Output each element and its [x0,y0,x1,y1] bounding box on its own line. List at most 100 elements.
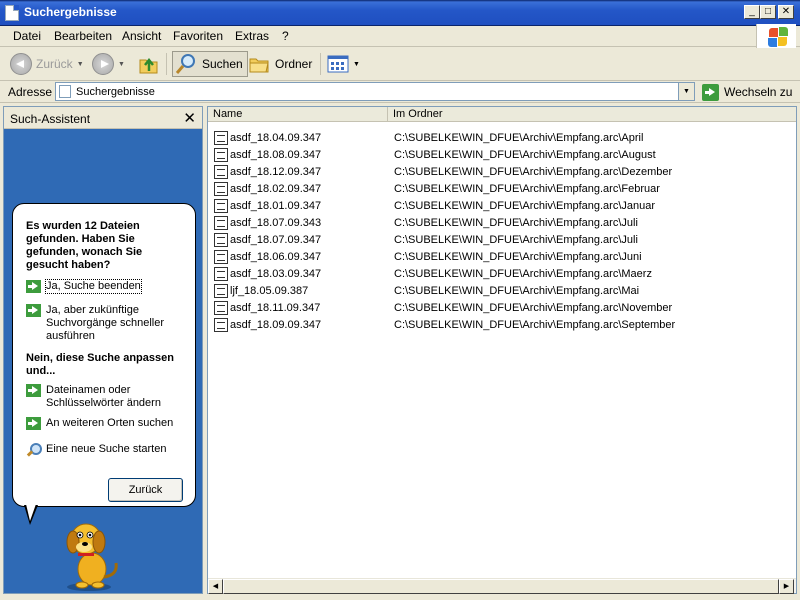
assistant-back-button[interactable]: Zurück [108,478,183,502]
maximize-button[interactable]: □ [760,5,776,19]
address-label: Adresse [8,85,53,99]
search-icon [175,54,195,74]
menu-datei[interactable]: Datei [13,29,41,43]
menu-ansicht[interactable]: Ansicht [122,29,161,43]
close-pane-icon[interactable]: ✕ [183,109,196,127]
table-row[interactable]: asdf_18.11.09.347 C:\SUBELKE\WIN_DFUE\Arc… [208,299,796,316]
search-button[interactable]: Suchen [172,51,248,77]
toolbar-separator [320,53,321,75]
table-row[interactable]: asdf_18.07.09.347 C:\SUBELKE\WIN_DFUE\Arc… [208,231,796,248]
file-icon [214,131,228,145]
menu-extras[interactable]: Extras [235,29,269,43]
views-button[interactable]: ▼ [327,51,360,77]
option-finish-search[interactable]: Ja, Suche beenden [26,279,142,294]
go-arrow-icon [702,83,719,101]
file-icon [214,216,228,230]
file-icon [214,250,228,264]
folders-button[interactable]: Ordner [248,51,312,77]
folder-up-icon [139,57,158,74]
file-icon [214,301,228,315]
option-new-search[interactable]: Eine neue Suche starten [26,443,166,457]
green-arrow-icon [26,304,41,317]
scroll-left-button[interactable]: ◀ [208,579,223,594]
file-icon [214,182,228,196]
table-row[interactable]: ljf_18.05.09.387 C:\SUBELKE\WIN_DFUE\Arch… [208,282,796,299]
chevron-down-icon[interactable]: ▼ [118,61,125,68]
table-row[interactable]: asdf_18.07.09.343 C:\SUBELKE\WIN_DFUE\Arc… [208,214,796,231]
green-arrow-icon [26,384,41,397]
minimize-button[interactable]: _ [744,5,760,19]
green-arrow-icon [26,417,41,430]
search-assistant-header: Such-Assistent ✕ [4,107,202,129]
table-row[interactable]: asdf_18.03.09.347 C:\SUBELKE\WIN_DFUE\Arc… [208,265,796,282]
close-button[interactable]: ✕ [778,5,794,19]
windows-logo-icon [756,24,796,48]
file-name: asdf_18.09.09.347 [230,319,322,331]
file-name: asdf_18.12.09.347 [230,166,322,178]
menu-bearbeiten[interactable]: Bearbeiten [54,29,112,43]
views-icon [327,55,349,73]
menu-help[interactable]: ? [282,29,289,43]
column-folder[interactable]: Im Ordner [388,107,588,122]
forward-button[interactable]: ▼ [92,51,125,77]
adjust-heading: Nein, diese Suche anpassen und... [26,352,174,377]
file-folder: C:\SUBELKE\WIN_DFUE\Archiv\Empfang.arc\A… [394,149,656,161]
file-name: asdf_18.07.09.347 [230,234,322,246]
window-title: Suchergebnisse [24,5,117,19]
file-folder: C:\SUBELKE\WIN_DFUE\Archiv\Empfang.arc\J… [394,234,638,246]
scroll-right-button[interactable]: ▶ [779,579,794,594]
file-folder: C:\SUBELKE\WIN_DFUE\Archiv\Empfang.arc\A… [394,132,644,144]
menu-favoriten[interactable]: Favoriten [173,29,223,43]
file-name: asdf_18.08.09.347 [230,149,322,161]
up-folder-button[interactable] [138,51,160,77]
table-row[interactable]: asdf_18.01.09.347 C:\SUBELKE\WIN_DFUE\Arc… [208,197,796,214]
chevron-down-icon[interactable]: ▼ [77,61,84,68]
table-row[interactable]: asdf_18.09.09.347 C:\SUBELKE\WIN_DFUE\Arc… [208,316,796,333]
result-question: Es wurden 12 Dateien gefunden. Haben Sie… [26,220,143,271]
file-folder: C:\SUBELKE\WIN_DFUE\Archiv\Empfang.arc\N… [394,302,673,314]
file-folder: C:\SUBELKE\WIN_DFUE\Archiv\Empfang.arc\S… [394,319,676,331]
file-icon [214,267,228,281]
go-button[interactable]: Wechseln zu [702,83,792,101]
file-name: asdf_18.11.09.347 [230,302,321,314]
file-icon [214,165,228,179]
file-folder: C:\SUBELKE\WIN_DFUE\Archiv\Empfang.arc\M… [394,285,640,297]
results-list: Name Im Ordner asdf_18.04.09.347 C:\SUBEL… [207,106,797,594]
column-header: Name Im Ordner [208,107,796,122]
toolbar: Zurück ▼ ▼ Suchen Ordner ▼ [0,47,800,81]
table-row[interactable]: asdf_18.04.09.347 C:\SUBELKE\WIN_DFUE\Arc… [208,129,796,146]
chevron-down-icon[interactable]: ▼ [353,61,360,68]
file-name: asdf_18.06.09.347 [230,251,322,263]
scrollbar-thumb[interactable] [223,579,779,594]
menu-bar: Datei Bearbeiten Ansicht Favoriten Extra… [0,26,800,47]
table-row[interactable]: asdf_18.02.09.347 C:\SUBELKE\WIN_DFUE\Arc… [208,180,796,197]
table-row[interactable]: asdf_18.12.09.347 C:\SUBELKE\WIN_DFUE\Arc… [208,163,796,180]
file-name: asdf_18.03.09.347 [230,268,322,280]
address-input[interactable]: Suchergebnisse ▼ [55,82,695,101]
file-folder: C:\SUBELKE\WIN_DFUE\Archiv\Empfang.arc\M… [394,268,652,280]
file-icon [214,233,228,247]
speech-bubble: Es wurden 12 Dateien gefunden. Haben Sie… [12,203,196,507]
file-name: asdf_18.02.09.347 [230,183,322,195]
option-change-names[interactable]: Dateinamen oder Schlüsselwörter ändern [26,384,186,410]
file-folder: C:\SUBELKE\WIN_DFUE\Archiv\Empfang.arc\D… [394,166,673,178]
file-folder: C:\SUBELKE\WIN_DFUE\Archiv\Empfang.arc\F… [394,183,660,195]
address-value: Suchergebnisse [76,86,155,98]
file-name: asdf_18.07.09.343 [230,217,322,229]
address-dropdown-button[interactable]: ▼ [678,83,694,100]
table-row[interactable]: asdf_18.08.09.347 C:\SUBELKE\WIN_DFUE\Arc… [208,146,796,163]
file-folder: C:\SUBELKE\WIN_DFUE\Archiv\Empfang.arc\J… [394,200,656,212]
option-other-places[interactable]: An weiteren Orten suchen [26,417,173,430]
green-arrow-icon [26,280,41,293]
back-button[interactable]: Zurück ▼ [10,51,84,77]
column-name[interactable]: Name [208,107,388,122]
option-faster-search[interactable]: Ja, aber zukünftige Suchvorgänge schnell… [26,304,186,343]
horizontal-scrollbar[interactable]: ◀ ▶ [208,578,796,594]
search-dog-icon [66,523,118,591]
file-folder: C:\SUBELKE\WIN_DFUE\Archiv\Empfang.arc\J… [394,251,642,263]
speech-bubble-tail [24,504,38,525]
table-row[interactable]: asdf_18.06.09.347 C:\SUBELKE\WIN_DFUE\Arc… [208,248,796,265]
file-icon [214,148,228,162]
search-results-icon [59,85,71,98]
address-bar: Adresse Suchergebnisse ▼ Wechseln zu [0,81,800,103]
